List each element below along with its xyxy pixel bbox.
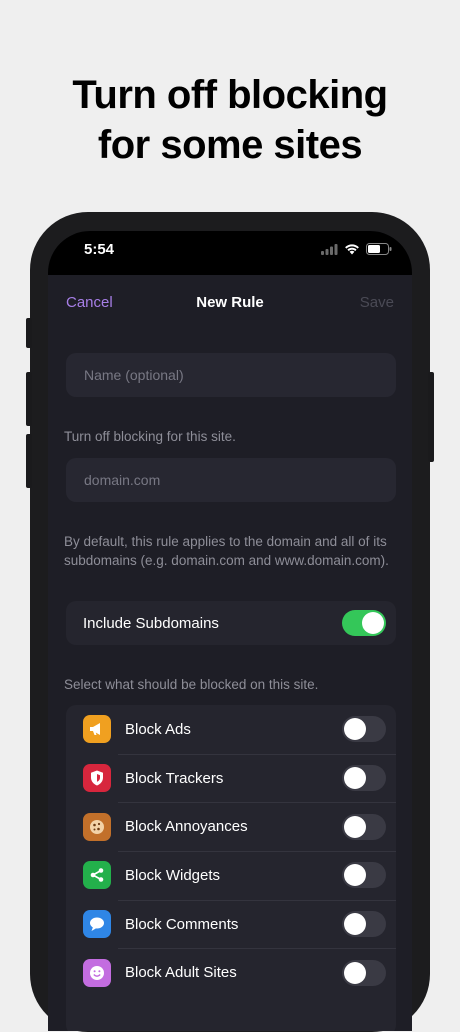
cookie-icon: [83, 812, 111, 841]
phone-screen: 5:54 Cancel New Rule Save Name (optional…: [48, 231, 412, 1031]
include-subdomains-item: Include Subdomains: [66, 601, 396, 645]
battery-icon: [366, 243, 392, 255]
chat-bubble-icon: [83, 910, 111, 939]
block-trackers-row[interactable]: Block Trackers: [66, 753, 396, 803]
site-caption: Turn off blocking for this site.: [64, 429, 236, 444]
status-time: 5:54: [84, 241, 115, 258]
wifi-icon: [345, 244, 359, 255]
domain-input[interactable]: domain.com: [66, 458, 396, 502]
toggle-knob: [344, 864, 366, 887]
block-annoyances-row[interactable]: Block Annoyances: [66, 802, 396, 851]
new-rule-sheet: Cancel New Rule Save Name (optional) Tur…: [48, 275, 412, 1031]
shield-icon: [83, 764, 111, 793]
block-options-list: Block Ads Block Trackers Block Annoyance…: [66, 705, 396, 1031]
headline: Turn off blocking for some sites: [0, 70, 460, 170]
block-trackers-toggle[interactable]: [342, 765, 386, 792]
select-caption: Select what should be blocked on this si…: [64, 677, 319, 692]
block-ads-label: Block Ads: [125, 720, 191, 738]
save-button[interactable]: Save: [360, 294, 394, 311]
block-comments-label: Block Comments: [125, 915, 239, 933]
block-ads-row[interactable]: Block Ads: [66, 705, 396, 754]
headline-line-1: Turn off blocking: [72, 73, 388, 117]
status-icons: [321, 243, 392, 255]
block-widgets-toggle[interactable]: [342, 862, 386, 889]
mute-switch: [26, 318, 32, 348]
toggle-knob: [344, 815, 366, 838]
nav-title: New Rule: [196, 294, 264, 311]
power-button: [428, 372, 434, 462]
include-subdomains-label: Include Subdomains: [83, 614, 219, 632]
block-comments-row[interactable]: Block Comments: [66, 899, 396, 949]
block-widgets-row[interactable]: Block Widgets: [66, 851, 396, 900]
nav-bar: Cancel New Rule Save: [48, 275, 412, 331]
headline-line-2: for some sites: [97, 123, 363, 167]
cellular-signal-icon: [321, 243, 338, 255]
block-comments-toggle[interactable]: [342, 911, 386, 938]
include-subdomains-toggle[interactable]: [342, 610, 386, 636]
name-input[interactable]: Name (optional): [66, 353, 396, 397]
include-subdomains-row[interactable]: Include Subdomains: [66, 601, 396, 645]
volume-up-button: [26, 372, 32, 426]
toggle-knob: [362, 612, 384, 634]
smiley-icon: [83, 958, 111, 987]
block-widgets-label: Block Widgets: [125, 866, 221, 884]
block-annoyances-label: Block Annoyances: [125, 818, 248, 836]
block-trackers-label: Block Trackers: [125, 769, 224, 787]
share-icon: [83, 861, 111, 890]
block-adult-sites-row[interactable]: Block Adult Sites: [66, 948, 396, 997]
megaphone-icon: [83, 715, 111, 744]
toggle-knob: [344, 718, 366, 741]
toggle-knob: [344, 913, 366, 936]
status-bar: 5:54: [48, 231, 412, 275]
volume-down-button: [26, 434, 32, 488]
block-adult-sites-toggle[interactable]: [342, 959, 386, 986]
block-ads-toggle[interactable]: [342, 716, 386, 743]
default-note: By default, this rule applies to the dom…: [64, 534, 389, 568]
block-adult-sites-label: Block Adult Sites: [125, 964, 237, 982]
toggle-knob: [344, 767, 366, 790]
notch: [138, 231, 322, 259]
block-annoyances-toggle[interactable]: [342, 813, 386, 840]
toggle-knob: [344, 961, 366, 984]
